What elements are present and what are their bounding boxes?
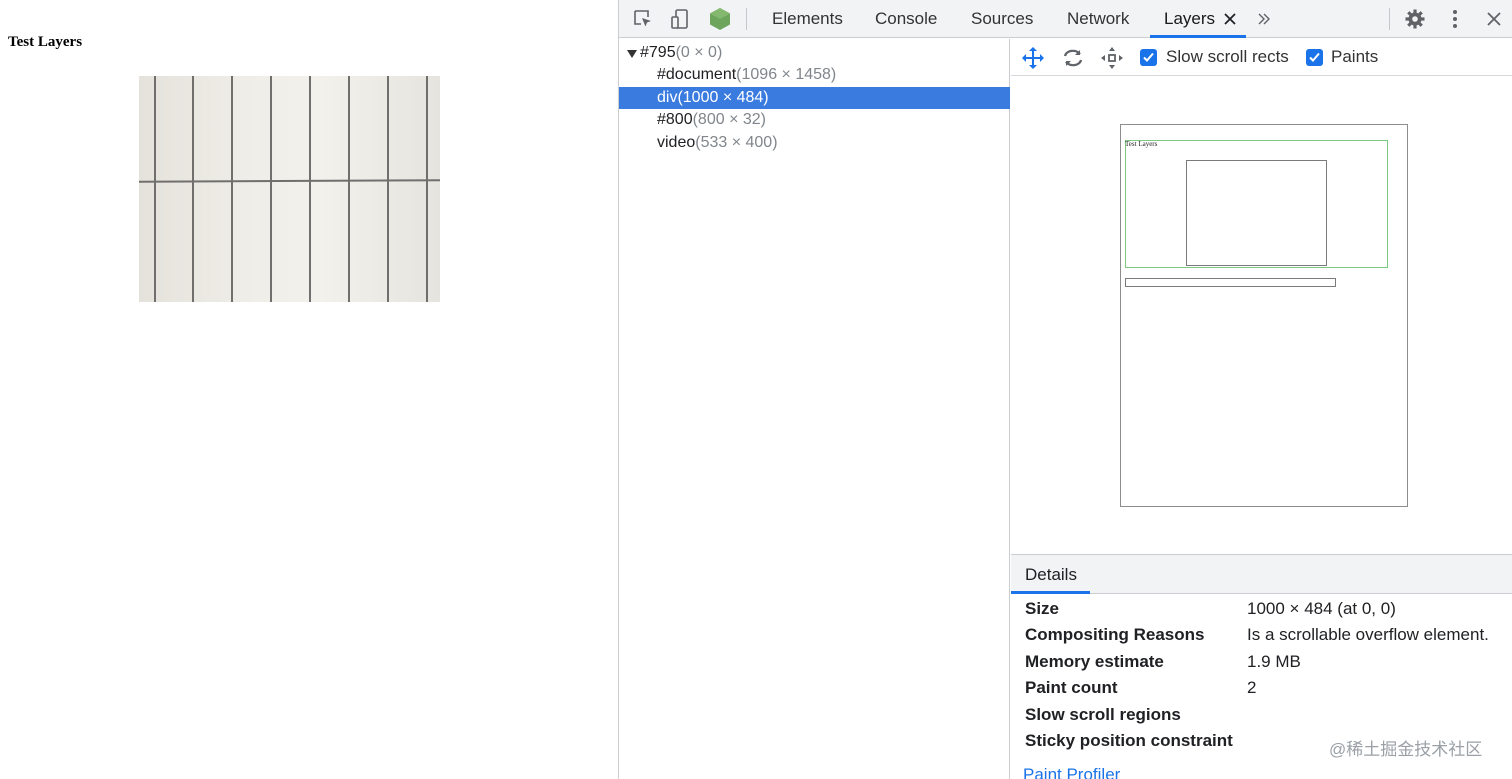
layer-dims: (1096 × 1458)	[736, 66, 837, 83]
node-js-icon[interactable]	[708, 7, 732, 31]
tab-details[interactable]: Details	[1025, 555, 1077, 594]
watermark: @稀土掘金技术社区	[1329, 740, 1483, 759]
paints-checkbox[interactable]	[1306, 49, 1323, 66]
layer-tree-item-selected[interactable]: div(1000 × 484)	[619, 87, 1010, 109]
layer-name: #800	[657, 111, 693, 128]
reset-transform-icon[interactable]	[1100, 46, 1124, 70]
detail-value: 1000 × 484 (at 0, 0)	[1247, 599, 1396, 618]
web-page: Test Layers	[0, 0, 618, 779]
layer-tree: #795(0 × 0) #document(1096 × 1458) div(1…	[619, 39, 1010, 779]
slow-scroll-rects-label[interactable]: Slow scroll rects	[1166, 47, 1289, 67]
chevron-double-right-icon[interactable]	[1252, 7, 1276, 31]
tab-sources[interactable]: Sources	[971, 0, 1033, 38]
detail-key: Paint count	[1025, 678, 1118, 697]
inspect-element-icon[interactable]	[631, 7, 655, 31]
detail-key: Compositing Reasons	[1025, 625, 1205, 644]
devtools-tabbar: Elements Console Sources Network Layers	[619, 0, 1512, 38]
detail-row-size: Size 1000 × 484 (at 0, 0)	[1025, 596, 1512, 622]
detail-value: Is a scrollable overflow element.	[1247, 625, 1489, 644]
devtools-panel: Elements Console Sources Network Layers …	[618, 0, 1512, 779]
close-tab-icon[interactable]	[1218, 7, 1242, 31]
detail-key: Slow scroll regions	[1025, 705, 1181, 724]
paints-label[interactable]: Paints	[1331, 47, 1378, 67]
layer-dims: (800 × 32)	[692, 111, 766, 128]
toolbar-divider	[746, 8, 747, 30]
layer-name: div	[657, 89, 678, 106]
layer-tree-item[interactable]: video(533 × 400)	[619, 132, 1010, 154]
tile-grout-line	[154, 76, 156, 302]
expand-triangle-icon[interactable]	[627, 50, 637, 58]
layers-3d-viewer: Slow scroll rects Paints Test Layers	[1011, 39, 1512, 554]
tile-grout-line	[387, 76, 389, 302]
tile-grout-line	[426, 76, 428, 302]
layer-name: #795	[640, 44, 676, 61]
layer-preview-canvas[interactable]: Test Layers	[1120, 124, 1408, 507]
tab-console[interactable]: Console	[875, 0, 937, 38]
tab-network[interactable]: Network	[1067, 0, 1129, 38]
viewer-toolbar: Slow scroll rects Paints	[1011, 39, 1512, 76]
detail-row-slow-scroll-regions: Slow scroll regions	[1025, 702, 1512, 728]
close-devtools-icon[interactable]	[1482, 7, 1506, 31]
layer-name: video	[657, 134, 696, 151]
tile-grout-line	[231, 76, 233, 302]
detail-value: 2	[1247, 678, 1257, 697]
page-title: Test Layers	[8, 34, 83, 50]
pan-mode-icon[interactable]	[1021, 46, 1045, 70]
layer-preview-title: Test Layers	[1125, 140, 1158, 148]
tab-layers[interactable]: Layers	[1164, 0, 1215, 38]
video-player[interactable]	[139, 76, 440, 302]
layer-dims: (533 × 400)	[695, 134, 778, 151]
active-tab-indicator	[1150, 35, 1246, 38]
layer-outline-800	[1125, 278, 1336, 287]
layer-name: #document	[657, 66, 737, 83]
tile-grout-line	[270, 76, 272, 302]
toolbar-divider	[1389, 8, 1390, 30]
layer-tree-item[interactable]: #795(0 × 0)	[619, 42, 1010, 64]
detail-key: Size	[1025, 599, 1060, 618]
paint-profiler-link[interactable]: Paint Profiler	[1023, 765, 1120, 779]
tile-grout-line	[309, 76, 311, 302]
layer-dims: (1000 × 484)	[677, 89, 769, 106]
detail-key: Sticky position constraint	[1025, 731, 1233, 750]
layer-tree-item[interactable]: #document(1096 × 1458)	[619, 64, 1010, 86]
detail-row-memory-estimate: Memory estimate 1.9 MB	[1025, 649, 1512, 675]
tile-grout-line	[139, 179, 440, 183]
tile-grout-line	[348, 76, 350, 302]
tab-elements[interactable]: Elements	[772, 0, 843, 38]
detail-value: 1.9 MB	[1247, 652, 1301, 671]
layer-dims: (0 × 0)	[675, 44, 723, 61]
active-tab-indicator	[1011, 591, 1090, 594]
tile-grout-line	[192, 76, 194, 302]
slow-scroll-rects-checkbox[interactable]	[1140, 49, 1157, 66]
detail-row-compositing-reasons: Compositing Reasons Is a scrollable over…	[1025, 622, 1512, 648]
device-toolbar-icon[interactable]	[668, 7, 692, 31]
gear-icon[interactable]	[1403, 7, 1427, 31]
layer-tree-item[interactable]: #800(800 × 32)	[619, 109, 1010, 131]
detail-row-paint-count: Paint count 2	[1025, 675, 1512, 701]
rotate-mode-icon[interactable]	[1061, 46, 1085, 70]
details-tabbar: Details	[1011, 555, 1512, 594]
layer-outline-video	[1186, 160, 1327, 266]
more-options-icon[interactable]	[1443, 7, 1467, 31]
details-panel: Details Size 1000 × 484 (at 0, 0) Compos…	[1011, 554, 1512, 779]
detail-key: Memory estimate	[1025, 652, 1164, 671]
